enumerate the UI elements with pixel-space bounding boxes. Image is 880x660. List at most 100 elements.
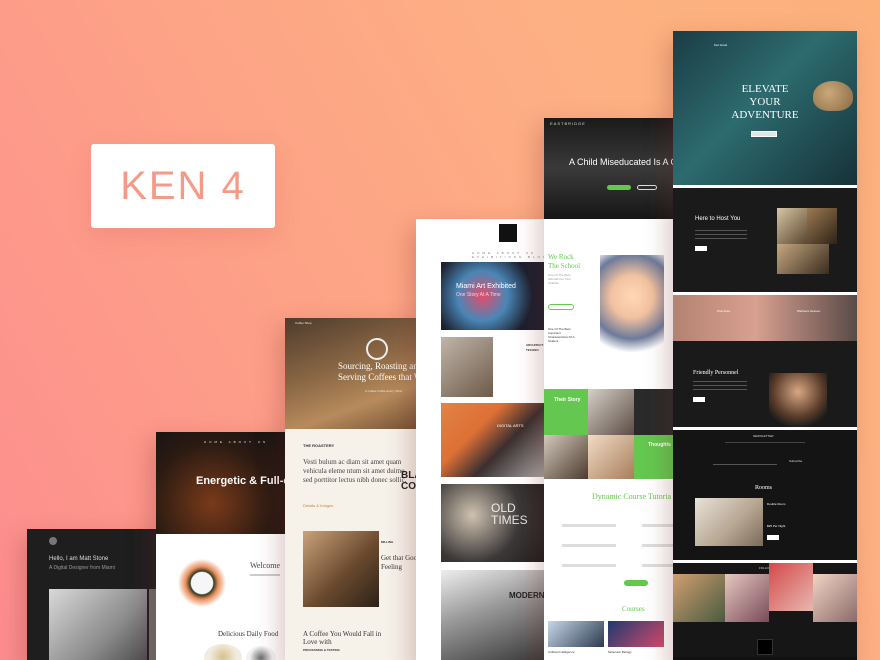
- portfolio-greeting: Hello, I am Matt Stone: [49, 556, 109, 562]
- hotel-room-price: $95 Per Night: [767, 524, 786, 528]
- school-dynamic-title: Dynamic Course Tutoria: [592, 492, 672, 501]
- school-feature-text: One Of The Best Important Characteristic…: [548, 327, 575, 343]
- hotel-host-text: [695, 230, 747, 244]
- restaurant-nav: HOME ABOUT US: [204, 440, 268, 444]
- gallery-art-old-times: OLD TIMES: [441, 484, 545, 562]
- gallery-art-modern: MODERN: [441, 570, 545, 660]
- school-photo: [588, 389, 634, 435]
- badge-title: KEN 4: [120, 163, 246, 208]
- school-course-image: [548, 621, 604, 647]
- restaurant-daily-food: Delicious Daily Food: [218, 630, 279, 638]
- hotel-room-image: [807, 208, 837, 244]
- hotel-personnel-button[interactable]: [693, 397, 705, 402]
- hotel-hero-title: ELEVATE YOUR ADVENTURE: [731, 83, 799, 121]
- hotel-gallery-section: FOLLOW US ON: [673, 563, 857, 657]
- school-course-image: [608, 621, 664, 647]
- coffee-process-label: PROCESSING & TESTING: [303, 648, 340, 652]
- gallery-art-miami: Miami Art Exhibited One Story At A Time: [441, 262, 545, 330]
- coffee-emblem-icon: [366, 338, 388, 360]
- hotel-demo-card[interactable]: Ken Hotel ELEVATE YOUR ADVENTURE Here to…: [673, 31, 857, 660]
- restaurant-demo-card[interactable]: HOME ABOUT US Energetic & Full-calo Welc…: [156, 432, 296, 660]
- restaurant-hero-title: Energetic & Full-calo: [196, 475, 296, 487]
- plate-image: [204, 644, 242, 660]
- restaurant-welcome: Welcome: [250, 561, 281, 570]
- school-feature-list: [548, 520, 678, 576]
- school-course-label: Artificial Intelligence: [548, 650, 575, 654]
- school-photo: [588, 435, 634, 479]
- portfolio-photo: [49, 589, 147, 660]
- hotel-room-button[interactable]: [767, 535, 779, 540]
- gallery-art-digital: DIGITAL ARTS: [441, 403, 545, 477]
- hotel-rooms-section: NEWSLETTER Subscribe Rooms Double Room $…: [673, 430, 857, 560]
- hotel-personnel-text: [693, 381, 747, 395]
- school-hero-title: A Child Miseducated Is A Ch: [569, 157, 683, 167]
- portfolio-demo-card[interactable]: Hello, I am Matt Stone A Digital Designe…: [27, 529, 167, 660]
- gallery-modern-label: MODERN: [509, 591, 545, 600]
- school-courses-title: Courses: [622, 605, 645, 613]
- hotel-host-title: Here to Host You: [695, 216, 741, 222]
- coffee-top-bar: Coffee Shop: [295, 321, 312, 325]
- hotel-rooms-title: Rooms: [755, 485, 773, 491]
- hotel-personnel-section: Friendly Personnel: [673, 341, 857, 427]
- school-outline-button[interactable]: [548, 304, 574, 310]
- hotel-gallery-image: [769, 563, 813, 611]
- gallery-miami-title: Miami Art Exhibited: [456, 283, 516, 290]
- hotel-amenity-label: Pool Area: [717, 309, 731, 313]
- school-demo-card[interactable]: EASTBRIDGE A Child Miseducated Is A Ch W…: [544, 118, 684, 660]
- gallery-miami-sub: One Story At A Time: [456, 292, 501, 298]
- sushi-image: [162, 547, 242, 607]
- hotel-staff-image: [769, 373, 827, 427]
- gallery-digital-label: DIGITAL ARTS: [497, 423, 524, 428]
- hotel-room-name: Double Room: [767, 502, 786, 506]
- hat-image: [813, 81, 853, 111]
- coffee-paragraph: Vesti bulum ac diam sit amet quam vehicu…: [303, 458, 407, 484]
- school-thoughts-label: Thoughts: [648, 442, 671, 448]
- portfolio-logo-icon: [49, 537, 57, 545]
- school-photo: [544, 435, 588, 479]
- restaurant-divider: [250, 574, 280, 576]
- school-rock-title: We Rock The School: [548, 253, 581, 270]
- school-rock-text: One Of The Best Schools For Your Childre…: [548, 273, 571, 285]
- coffee-hero-sub: A Coffee Unlike Every Other: [365, 389, 403, 393]
- hotel-footer-logo-icon: [757, 639, 773, 655]
- hotel-personnel-title: Friendly Personnel: [693, 370, 739, 376]
- hotel-amenity-label: Wellness Heaven: [797, 309, 821, 313]
- gallery-logo-icon: [499, 224, 517, 242]
- school-primary-button[interactable]: [607, 185, 631, 190]
- gallery-demo-card[interactable]: HOME ABOUT US EXHIBITIONS BLOG Miami Art…: [416, 219, 562, 660]
- coffee-demo-card[interactable]: Coffee Shop Sourcing, Roasting an Servin…: [285, 318, 431, 660]
- hotel-host-button[interactable]: [695, 246, 707, 251]
- hotel-newsletter-label: NEWSLETTER: [753, 434, 774, 438]
- hotel-gallery-image: [725, 574, 769, 622]
- hotel-room-image: [777, 244, 829, 274]
- coffee-milling-label: MILLING: [381, 540, 394, 544]
- hotel-amenities-strip: Pool Area Wellness Heaven: [673, 295, 857, 341]
- school-secondary-button[interactable]: [637, 185, 657, 190]
- school-kids-image: [600, 255, 664, 359]
- product-badge: KEN 4: [91, 144, 275, 228]
- gallery-old-times-label: OLD TIMES: [491, 501, 528, 527]
- coffee-cup-title: A Coffee You Would Fall in Love with: [303, 630, 382, 646]
- coffee-feeling-title: Get that Goo Feeling: [381, 554, 418, 571]
- hotel-gallery-image: [673, 574, 725, 622]
- portfolio-tagline: A Digital Designer from Miami: [49, 565, 115, 571]
- hotel-brand: Ken Hotel: [714, 43, 728, 47]
- coffee-roastery-label: THE ROASTERY: [303, 443, 335, 448]
- school-story-tile: Their Story: [544, 389, 588, 435]
- plate-image: [246, 646, 276, 660]
- coffee-details-link[interactable]: Details & Images: [303, 503, 333, 508]
- school-course-label: Molecular Biology: [608, 650, 632, 654]
- hotel-gallery-image: [813, 574, 857, 622]
- school-story-label: Their Story: [554, 397, 581, 403]
- hotel-room-image: [695, 498, 763, 546]
- school-hero-image: [544, 118, 684, 219]
- hotel-hero-section: Ken Hotel ELEVATE YOUR ADVENTURE: [673, 31, 857, 185]
- coffee-roasting-image: [303, 531, 379, 607]
- school-brand: EASTBRIDGE: [550, 121, 586, 126]
- hotel-room-image: [777, 208, 807, 244]
- gallery-architecture-label: ARCHITECT TECHNO: [526, 343, 544, 352]
- school-cta-button[interactable]: [624, 580, 648, 586]
- hotel-subscribe-button[interactable]: Subscribe: [789, 459, 802, 463]
- hotel-hero-button[interactable]: [751, 131, 777, 137]
- hotel-newsletter-input[interactable]: [713, 460, 777, 465]
